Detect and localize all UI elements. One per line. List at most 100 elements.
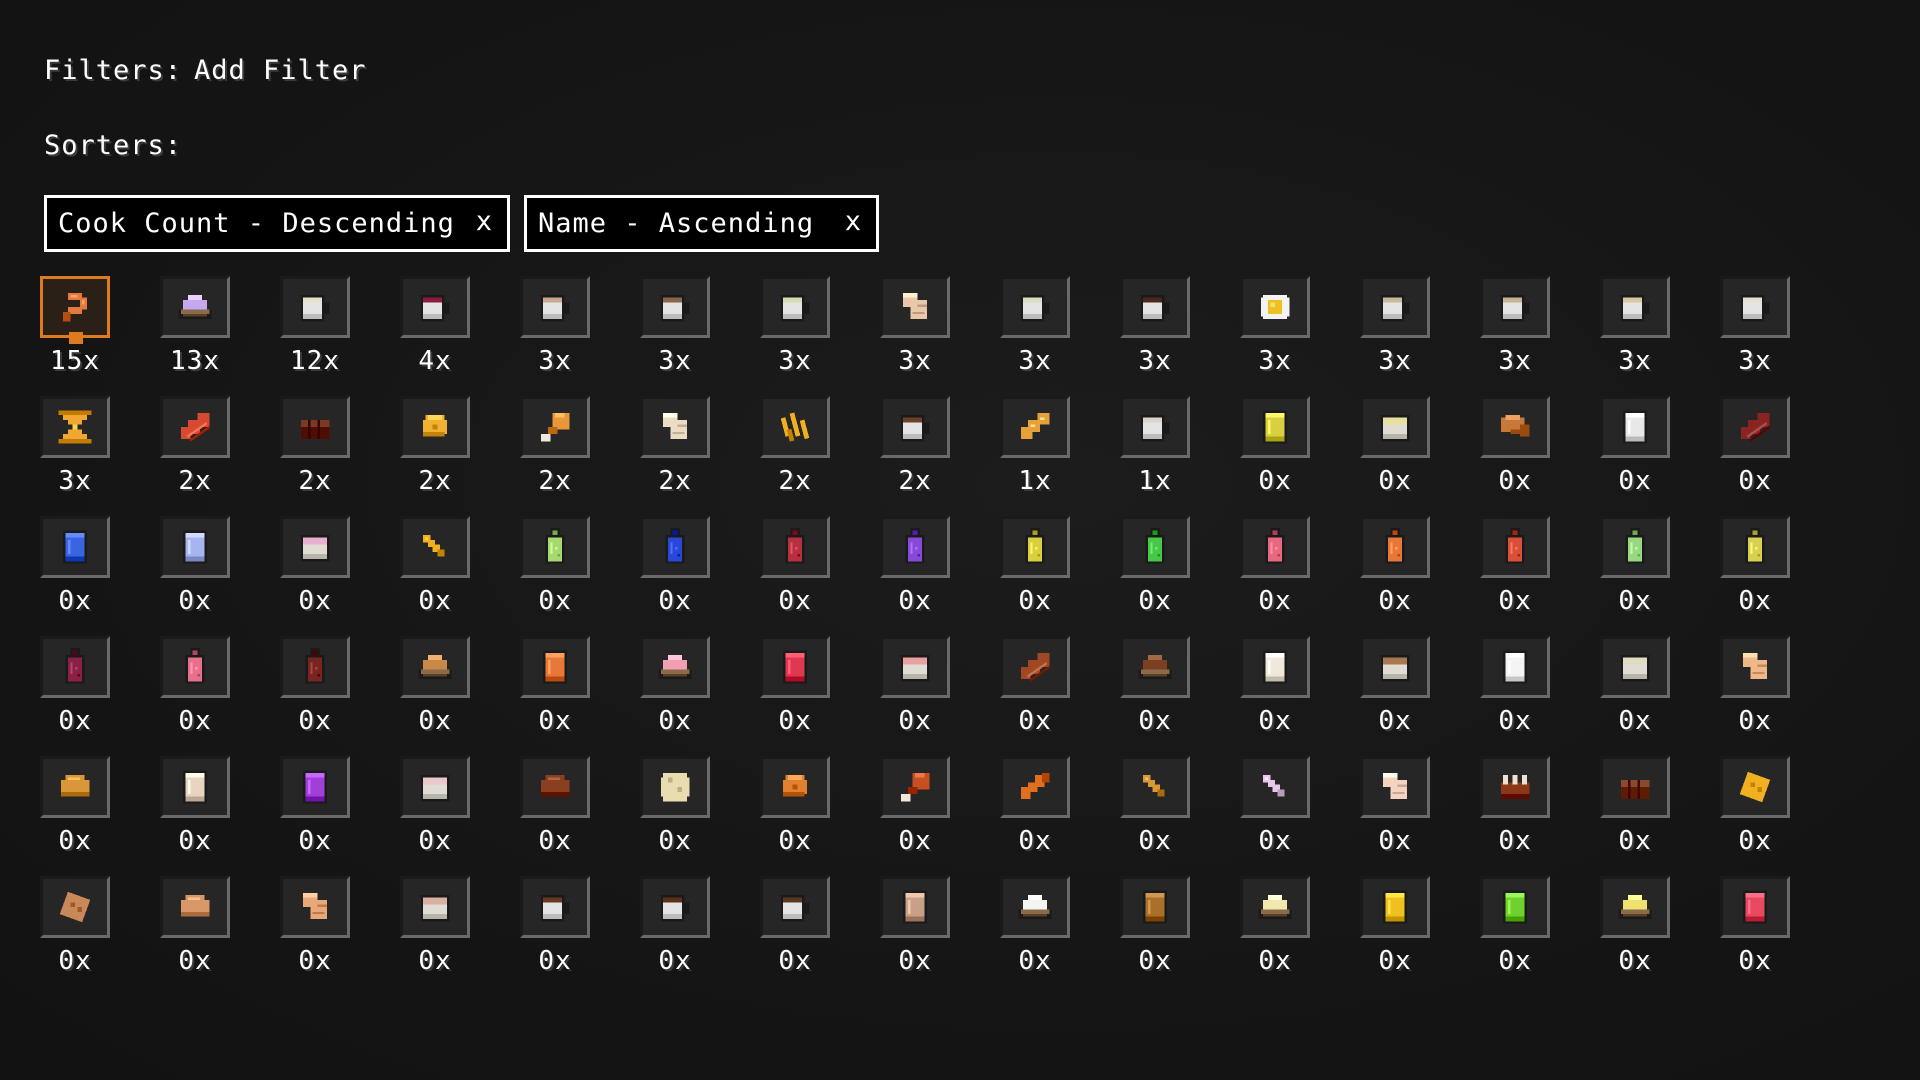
recipe-slot[interactable] <box>1600 636 1670 698</box>
recipe-cell: 0x <box>520 516 592 628</box>
recipe-slot[interactable] <box>280 516 350 578</box>
recipe-slot[interactable] <box>1240 396 1310 458</box>
recipe-slot[interactable] <box>280 276 350 338</box>
sorter-chip-cook-count[interactable]: Cook Count - Descending x <box>44 195 510 252</box>
recipe-slot[interactable] <box>1000 636 1070 698</box>
recipe-slot[interactable] <box>400 876 470 938</box>
recipe-slot[interactable] <box>760 756 830 818</box>
recipe-slot[interactable] <box>400 756 470 818</box>
recipe-slot[interactable] <box>1360 876 1430 938</box>
recipe-slot[interactable] <box>1720 876 1790 938</box>
recipe-slot[interactable] <box>1600 756 1670 818</box>
recipe-slot[interactable] <box>640 396 710 458</box>
recipe-slot[interactable] <box>1120 636 1190 698</box>
recipe-slot[interactable] <box>280 876 350 938</box>
recipe-slot[interactable] <box>640 876 710 938</box>
recipe-slot[interactable] <box>1720 516 1790 578</box>
recipe-slot[interactable] <box>40 516 110 578</box>
recipe-slot[interactable] <box>760 396 830 458</box>
recipe-slot[interactable] <box>1360 516 1430 578</box>
recipe-slot[interactable] <box>400 276 470 338</box>
recipe-slot[interactable] <box>520 756 590 818</box>
recipe-slot[interactable] <box>160 516 230 578</box>
recipe-slot[interactable] <box>1480 756 1550 818</box>
recipe-slot[interactable] <box>1360 276 1430 338</box>
recipe-slot[interactable] <box>520 276 590 338</box>
recipe-slot[interactable] <box>1600 276 1670 338</box>
recipe-slot[interactable] <box>1480 516 1550 578</box>
recipe-slot[interactable] <box>760 516 830 578</box>
recipe-slot[interactable] <box>640 756 710 818</box>
remove-sorter-button[interactable]: x <box>476 206 493 237</box>
recipe-slot[interactable] <box>520 636 590 698</box>
recipe-slot[interactable] <box>1120 276 1190 338</box>
recipe-slot[interactable] <box>880 636 950 698</box>
cook-count-label: 3x <box>538 346 572 376</box>
recipe-slot[interactable] <box>160 876 230 938</box>
recipe-slot[interactable] <box>1480 276 1550 338</box>
recipe-slot[interactable] <box>880 396 950 458</box>
recipe-slot[interactable] <box>760 276 830 338</box>
recipe-slot[interactable] <box>40 396 110 458</box>
recipe-slot[interactable] <box>880 516 950 578</box>
recipe-slot[interactable] <box>640 276 710 338</box>
recipe-slot[interactable] <box>400 396 470 458</box>
recipe-slot[interactable] <box>880 276 950 338</box>
bread-roll-icon <box>176 888 214 926</box>
recipe-slot[interactable] <box>1720 396 1790 458</box>
recipe-slot[interactable] <box>40 876 110 938</box>
recipe-slot[interactable] <box>760 636 830 698</box>
recipe-slot[interactable] <box>880 876 950 938</box>
recipe-slot[interactable] <box>40 636 110 698</box>
recipe-slot[interactable] <box>520 516 590 578</box>
recipe-slot[interactable] <box>1000 876 1070 938</box>
recipe-slot[interactable] <box>160 396 230 458</box>
recipe-slot[interactable] <box>40 276 110 344</box>
recipe-slot[interactable] <box>640 516 710 578</box>
recipe-slot[interactable] <box>1480 876 1550 938</box>
recipe-slot[interactable] <box>1240 516 1310 578</box>
add-filter-button[interactable]: Add Filter <box>194 55 367 86</box>
recipe-slot[interactable] <box>1120 876 1190 938</box>
recipe-slot[interactable] <box>1360 756 1430 818</box>
recipe-slot[interactable] <box>880 756 950 818</box>
recipe-slot[interactable] <box>1000 516 1070 578</box>
recipe-slot[interactable] <box>1480 636 1550 698</box>
recipe-slot[interactable] <box>160 756 230 818</box>
recipe-slot[interactable] <box>640 636 710 698</box>
recipe-slot[interactable] <box>400 636 470 698</box>
recipe-slot[interactable] <box>1240 756 1310 818</box>
recipe-slot[interactable] <box>1720 276 1790 338</box>
recipe-slot[interactable] <box>520 396 590 458</box>
recipe-slot[interactable] <box>1120 396 1190 458</box>
recipe-slot[interactable] <box>760 876 830 938</box>
recipe-slot[interactable] <box>1600 876 1670 938</box>
recipe-slot[interactable] <box>160 276 230 338</box>
recipe-slot[interactable] <box>1120 516 1190 578</box>
recipe-slot[interactable] <box>1600 396 1670 458</box>
recipe-slot[interactable] <box>1720 636 1790 698</box>
recipe-slot[interactable] <box>1240 276 1310 338</box>
recipe-slot[interactable] <box>1240 636 1310 698</box>
recipe-slot[interactable] <box>1240 876 1310 938</box>
recipe-slot[interactable] <box>520 876 590 938</box>
recipe-slot[interactable] <box>1000 396 1070 458</box>
recipe-slot[interactable] <box>1360 636 1430 698</box>
recipe-slot[interactable] <box>1000 756 1070 818</box>
recipe-slot[interactable] <box>280 396 350 458</box>
recipe-slot[interactable] <box>1120 756 1190 818</box>
recipe-slot[interactable] <box>1480 396 1550 458</box>
recipe-slot[interactable] <box>1360 396 1430 458</box>
sorter-chip-name[interactable]: Name - Ascending x <box>524 195 879 252</box>
recipe-slot[interactable] <box>1000 276 1070 338</box>
recipe-slot[interactable] <box>1720 756 1790 818</box>
remove-sorter-button[interactable]: x <box>845 206 862 237</box>
recipe-slot[interactable] <box>1600 516 1670 578</box>
recipe-slot[interactable] <box>160 636 230 698</box>
recipe-cell: 0x <box>400 516 472 628</box>
steak-icon <box>1016 648 1054 686</box>
recipe-slot[interactable] <box>280 756 350 818</box>
recipe-slot[interactable] <box>40 756 110 818</box>
recipe-slot[interactable] <box>400 516 470 578</box>
recipe-slot[interactable] <box>280 636 350 698</box>
